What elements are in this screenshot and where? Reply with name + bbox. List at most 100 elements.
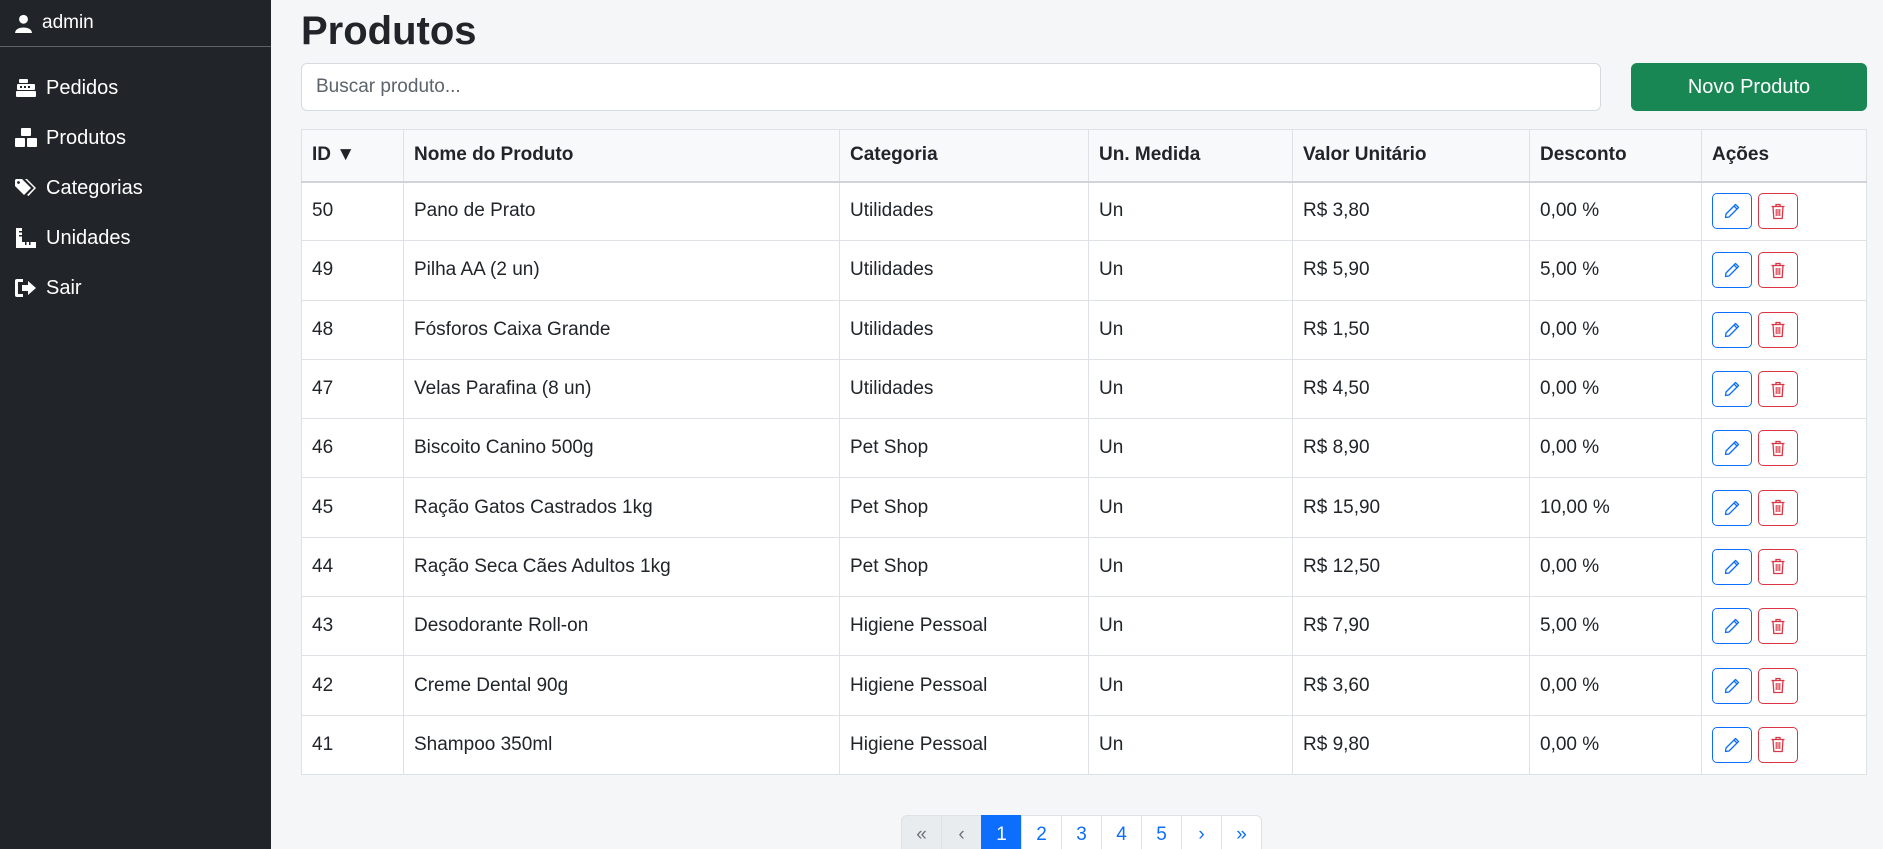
new-product-button[interactable]: Novo Produto: [1631, 63, 1867, 111]
edit-button[interactable]: [1712, 726, 1752, 763]
edit-button[interactable]: [1712, 252, 1752, 289]
sidebar-item-sair[interactable]: Sair: [0, 263, 271, 313]
row-actions: [1712, 430, 1856, 467]
column-header-category: Categoria: [839, 129, 1089, 183]
pencil-icon: [1724, 678, 1740, 694]
pagination-prev[interactable]: ‹: [941, 815, 982, 849]
pagination-page-5[interactable]: 5: [1141, 815, 1182, 849]
sidebar-nav: Pedidos Produtos Categorias Unidades Sai…: [0, 47, 271, 313]
cell-name: Shampoo 350ml: [403, 715, 840, 775]
cell-actions: [1701, 359, 1867, 420]
edit-button[interactable]: [1712, 667, 1752, 704]
sidebar-item-produtos[interactable]: Produtos: [0, 113, 271, 163]
cell-name: Pilha AA (2 un): [403, 240, 840, 301]
pagination-first[interactable]: «: [901, 815, 942, 849]
column-header-id[interactable]: ID ▼: [301, 129, 404, 183]
cell-actions: [1701, 418, 1867, 479]
trash-icon: [1770, 381, 1786, 398]
cell-id: 49: [301, 240, 404, 301]
cell-name: Biscoito Canino 500g: [403, 418, 840, 479]
edit-button[interactable]: [1712, 608, 1752, 645]
cell-unit: Un: [1088, 477, 1293, 538]
row-actions: [1712, 667, 1856, 704]
pencil-icon: [1724, 381, 1740, 397]
sidebar-item-categorias[interactable]: Categorias: [0, 163, 271, 213]
edit-button[interactable]: [1712, 193, 1752, 230]
pagination-next[interactable]: ›: [1181, 815, 1222, 849]
table-row: 43 Desodorante Roll-on Higiene Pessoal Un R$…: [301, 596, 1867, 657]
cell-discount: 5,00 %: [1529, 240, 1702, 301]
page-title: Produtos: [301, 9, 477, 53]
cell-category: Pet Shop: [839, 418, 1089, 479]
pagination-page-3[interactable]: 3: [1061, 815, 1102, 849]
delete-button[interactable]: [1758, 489, 1798, 526]
edit-button[interactable]: [1712, 371, 1752, 408]
cell-category: Utilidades: [839, 359, 1089, 420]
cell-price: R$ 5,90: [1292, 240, 1530, 301]
cell-category: Higiene Pessoal: [839, 715, 1089, 775]
cell-category: Higiene Pessoal: [839, 655, 1089, 716]
edit-button[interactable]: [1712, 489, 1752, 526]
user-info[interactable]: admin: [0, 0, 271, 47]
row-actions: [1712, 193, 1856, 230]
row-actions: [1712, 311, 1856, 348]
column-header-discount: Desconto: [1529, 129, 1702, 183]
sidebar: admin Pedidos Produtos Categorias Unidad…: [0, 0, 271, 849]
table-body: 50 Pano de Prato Utilidades Un R$ 3,80 0,00 %…: [301, 181, 1867, 775]
pencil-icon: [1724, 618, 1740, 634]
cell-name: Ração Seca Cães Adultos 1kg: [403, 537, 840, 598]
row-actions: [1712, 726, 1856, 763]
cell-discount: 0,00 %: [1529, 359, 1702, 420]
delete-button[interactable]: [1758, 726, 1798, 763]
table-row: 46 Biscoito Canino 500g Pet Shop Un R$ 8,90 0…: [301, 418, 1867, 479]
cell-unit: Un: [1088, 655, 1293, 716]
search-input[interactable]: [301, 63, 1601, 111]
cell-price: R$ 15,90: [1292, 477, 1530, 538]
row-actions: [1712, 489, 1856, 526]
cell-category: Higiene Pessoal: [839, 596, 1089, 657]
pagination-last[interactable]: »: [1221, 815, 1262, 849]
sidebar-item-label: Categorias: [46, 176, 143, 199]
cell-id: 46: [301, 418, 404, 479]
edit-button[interactable]: [1712, 548, 1752, 585]
delete-button[interactable]: [1758, 311, 1798, 348]
user-icon: [15, 14, 32, 33]
cell-price: R$ 3,80: [1292, 181, 1530, 242]
cell-actions: [1701, 596, 1867, 657]
delete-button[interactable]: [1758, 371, 1798, 408]
cell-discount: 0,00 %: [1529, 300, 1702, 360]
cell-discount: 0,00 %: [1529, 655, 1702, 716]
table-row: 47 Velas Parafina (8 un) Utilidades Un R$ 4,…: [301, 359, 1867, 420]
cell-price: R$ 7,90: [1292, 596, 1530, 657]
delete-button[interactable]: [1758, 430, 1798, 467]
cell-category: Pet Shop: [839, 477, 1089, 538]
column-header-actions: Ações: [1701, 129, 1867, 183]
pencil-icon: [1724, 322, 1740, 338]
cell-discount: 0,00 %: [1529, 537, 1702, 598]
cell-id: 47: [301, 359, 404, 420]
boxes-icon: [15, 128, 37, 148]
delete-button[interactable]: [1758, 548, 1798, 585]
pencil-icon: [1724, 440, 1740, 456]
products-table: ID ▼ Nome do Produto Categoria Un. Medid…: [301, 129, 1867, 775]
edit-button[interactable]: [1712, 311, 1752, 348]
edit-button[interactable]: [1712, 430, 1752, 467]
pagination-page-2[interactable]: 2: [1021, 815, 1062, 849]
pencil-icon: [1724, 559, 1740, 575]
column-header-name: Nome do Produto: [403, 129, 840, 183]
delete-button[interactable]: [1758, 252, 1798, 289]
sidebar-item-unidades[interactable]: Unidades: [0, 213, 271, 263]
pagination-page-4[interactable]: 4: [1101, 815, 1142, 849]
delete-button[interactable]: [1758, 667, 1798, 704]
cell-name: Desodorante Roll-on: [403, 596, 840, 657]
trash-icon: [1770, 321, 1786, 338]
username: admin: [42, 12, 94, 33]
pagination-page-1[interactable]: 1: [981, 815, 1022, 849]
table-row: 50 Pano de Prato Utilidades Un R$ 3,80 0,00 %: [301, 181, 1867, 242]
table-row: 44 Ração Seca Cães Adultos 1kg Pet Shop Un R…: [301, 537, 1867, 598]
delete-button[interactable]: [1758, 193, 1798, 230]
cell-actions: [1701, 537, 1867, 598]
cell-unit: Un: [1088, 715, 1293, 775]
delete-button[interactable]: [1758, 608, 1798, 645]
sidebar-item-pedidos[interactable]: Pedidos: [0, 63, 271, 113]
